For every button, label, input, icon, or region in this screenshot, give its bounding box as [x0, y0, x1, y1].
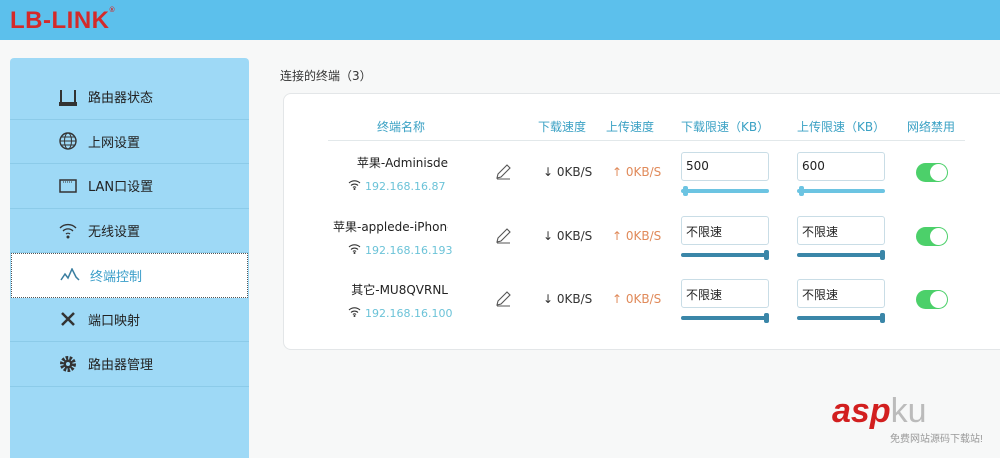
- sidebar-item-label: 终端控制: [90, 269, 143, 285]
- upload-speed-value: ↑ 0KB/S: [612, 229, 662, 243]
- sidebar-item-label: LAN口设置: [88, 180, 154, 196]
- col-header-up-speed: 上传速度: [606, 120, 655, 134]
- wifi-icon: [348, 306, 361, 320]
- terminal-ip: 192.168.16.193: [348, 243, 452, 257]
- wifi-icon: [348, 179, 361, 193]
- sidebar-item-lan[interactable]: LAN口设置: [10, 164, 249, 209]
- slider-handle[interactable]: [880, 250, 885, 260]
- ip-address: 192.168.16.87: [365, 179, 446, 193]
- download-speed: ↓ 0KB/S: [543, 229, 593, 243]
- lan-port-icon: [58, 176, 78, 196]
- sidebar-item-label: 路由器管理: [88, 358, 154, 374]
- network-disable-toggle[interactable]: [916, 227, 948, 246]
- header-bar: LB-LINK®: [0, 0, 1000, 40]
- sidebar-item-router-management[interactable]: 路由器管理: [10, 342, 249, 387]
- limit-slider[interactable]: [797, 313, 885, 323]
- tools-icon: [58, 309, 78, 329]
- slider-handle[interactable]: [799, 186, 804, 196]
- edit-pencil-icon[interactable]: [495, 228, 511, 248]
- limit-slider[interactable]: [681, 250, 769, 260]
- sidebar-item-router-status[interactable]: 路由器状态: [10, 75, 249, 120]
- sidebar-item-label: 端口映射: [88, 313, 141, 329]
- registered-mark: ®: [109, 7, 116, 14]
- wifi-icon: [58, 220, 78, 240]
- upload-speed: ↑ 0KB/S: [612, 165, 661, 179]
- terminal-name: 苹果-Adminisde: [356, 156, 448, 170]
- terminal-control-icon: [60, 265, 80, 285]
- col-header-name: 终端名称: [377, 120, 426, 134]
- wifi-icon: [348, 243, 361, 257]
- sidebar: 路由器状态 上网设置 LAN口设置 无线设置 终端控制 端口映射 路由器管理: [10, 58, 249, 458]
- limit-slider[interactable]: [797, 250, 885, 260]
- limit-slider[interactable]: [797, 186, 885, 196]
- slider-handle[interactable]: [764, 250, 769, 260]
- ip-address: 192.168.16.193: [365, 243, 453, 257]
- limit-slider[interactable]: [681, 313, 769, 323]
- header-divider: [328, 140, 965, 141]
- aspku-watermark: aspku 免费网站源码下载站!: [832, 392, 983, 445]
- upload-limit-input[interactable]: 不限速: [797, 216, 885, 245]
- network-disable-toggle[interactable]: [916, 163, 948, 182]
- edit-pencil-icon[interactable]: [495, 164, 511, 184]
- gear-icon: [58, 354, 78, 374]
- download-limit-input[interactable]: 不限速: [681, 279, 769, 308]
- col-header-disable: 网络禁用: [907, 120, 956, 134]
- logo-text: LB-LINK: [10, 7, 110, 34]
- sidebar-item-label: 上网设置: [88, 135, 141, 151]
- sidebar-item-label: 无线设置: [88, 224, 141, 240]
- slider-handle[interactable]: [880, 313, 885, 323]
- terminal-ip: 192.168.16.100: [348, 306, 452, 320]
- edit-pencil-icon[interactable]: [495, 291, 511, 311]
- col-header-down-limit: 下载限速（KB）: [681, 120, 770, 134]
- col-header-down-speed: 下载速度: [538, 120, 587, 134]
- slider-handle[interactable]: [764, 313, 769, 323]
- terminal-name: 苹果-applede-iPhone: [333, 220, 448, 234]
- terminal-ip: 192.168.16.87: [348, 179, 445, 193]
- download-speed: ↓ 0KB/S: [543, 165, 593, 179]
- router-icon: [58, 87, 78, 107]
- terminal-name: 其它-MU8QVRNL: [351, 283, 448, 297]
- sidebar-item-terminal-control[interactable]: 终端控制: [11, 253, 248, 298]
- watermark-text: ku: [890, 392, 927, 430]
- ip-address: 192.168.16.100: [365, 306, 453, 320]
- sidebar-item-internet[interactable]: 上网设置: [10, 120, 249, 164]
- globe-icon: [58, 131, 78, 151]
- slider-handle[interactable]: [683, 186, 688, 196]
- sidebar-item-wireless[interactable]: 无线设置: [10, 209, 249, 253]
- lb-link-logo: LB-LINK®: [10, 7, 115, 35]
- download-limit-input[interactable]: 500: [681, 152, 769, 181]
- col-header-up-limit: 上传限速（KB）: [797, 120, 886, 134]
- upload-limit-input[interactable]: 600: [797, 152, 885, 181]
- upload-limit-input[interactable]: 不限速: [797, 279, 885, 308]
- sidebar-item-label: 路由器状态: [88, 91, 154, 107]
- watermark-text: asp: [832, 392, 891, 430]
- download-speed: ↓ 0KB/S: [543, 292, 593, 306]
- network-disable-toggle[interactable]: [916, 290, 948, 309]
- sidebar-item-port-mapping[interactable]: 端口映射: [10, 298, 249, 342]
- limit-slider[interactable]: [681, 186, 769, 196]
- upload-speed: ↑ 0KB/S: [612, 229, 661, 243]
- upload-speed-value: ↑ 0KB/S: [612, 292, 662, 306]
- connected-terminals-title: 连接的终端（3）: [280, 69, 372, 83]
- watermark-tagline: 免费网站源码下载站!: [890, 434, 983, 445]
- upload-speed: ↑ 0KB/S: [612, 292, 661, 306]
- upload-speed-value: ↑ 0KB/S: [612, 165, 662, 179]
- download-limit-input[interactable]: 不限速: [681, 216, 769, 245]
